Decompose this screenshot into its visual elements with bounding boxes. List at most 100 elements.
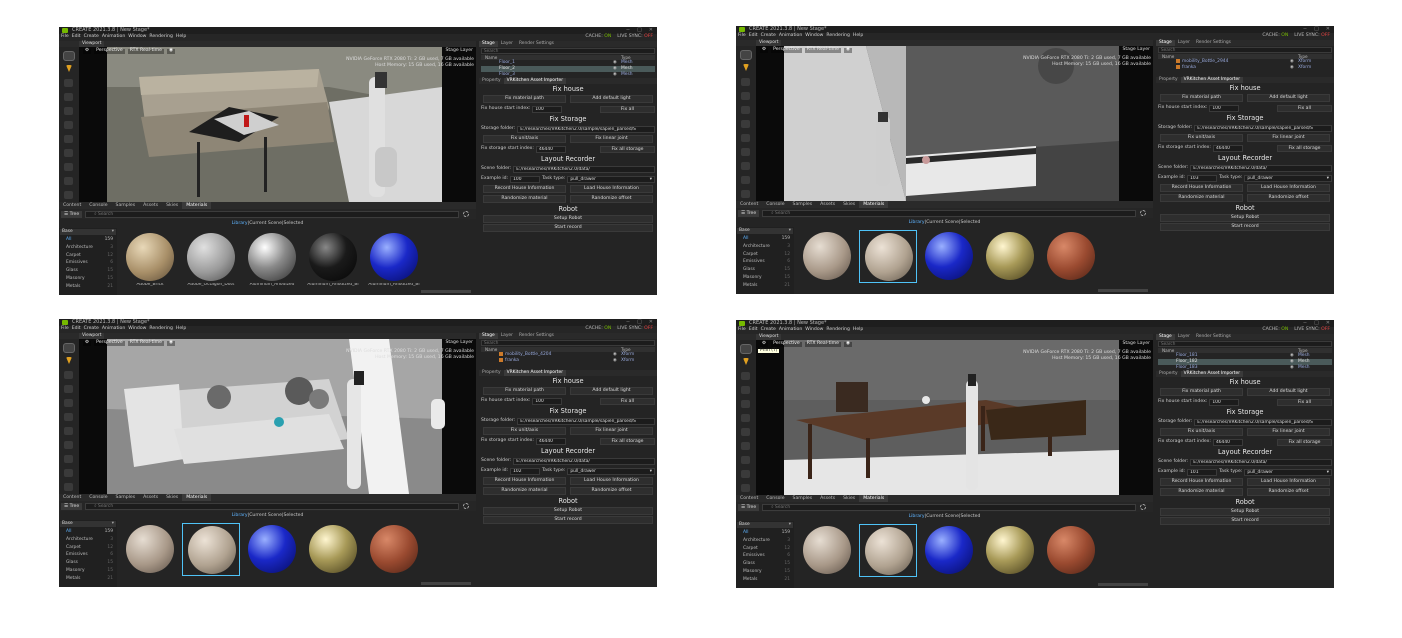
start-record-button[interactable]: Start record (483, 224, 653, 232)
tab-library[interactable]: Library (909, 514, 925, 519)
renderer-dropdown[interactable]: RTX Real-time (804, 341, 841, 347)
category-item[interactable]: Masonry 15 (59, 567, 117, 575)
base-dropdown[interactable]: Base ▾ (60, 521, 116, 527)
randomize-offset-button[interactable]: Randomize offset (570, 195, 653, 203)
tab-materials[interactable]: Materials (859, 201, 889, 208)
menu-item[interactable]: Create (84, 35, 99, 40)
tab-skies[interactable]: Skies (839, 495, 859, 502)
maximize-icon[interactable]: □ (637, 28, 642, 33)
step-icon[interactable] (64, 163, 73, 171)
menu-item[interactable]: Help (853, 328, 863, 333)
record-house-button[interactable]: Record House Information (483, 185, 566, 193)
tree-toggle[interactable]: ☰ Tree (61, 210, 83, 218)
search-input[interactable]: ⌕ Search (85, 502, 460, 510)
eye-icon[interactable]: ◉ (166, 48, 175, 54)
viewport[interactable]: ⚙ Perspective RTX Real-time ◉ Stage Layer NVI… (756, 46, 1153, 201)
tab-current-scene[interactable]: Current Scene (249, 221, 282, 226)
snap-icon[interactable] (741, 414, 750, 422)
search-input[interactable]: ⌕ Search (85, 210, 460, 218)
tab-assets[interactable]: Assets (816, 201, 839, 208)
fix-material-path-button[interactable]: Fix material path (483, 95, 566, 103)
material-thumbnail[interactable] (798, 524, 856, 577)
category-item[interactable]: Metals 21 (59, 283, 117, 291)
tab-property[interactable]: Property (1156, 77, 1181, 83)
play-icon[interactable] (741, 148, 750, 156)
tab-samples[interactable]: Samples (789, 495, 817, 502)
visibility-eye-icon[interactable]: ◉ (1290, 365, 1298, 371)
start-record-button[interactable]: Start record (1160, 517, 1330, 525)
rotate-icon[interactable] (64, 93, 73, 101)
tab-stage[interactable]: Stage (1156, 40, 1175, 46)
rotate-icon[interactable] (741, 92, 750, 100)
randomize-offset-button[interactable]: Randomize offset (1247, 488, 1330, 496)
category-item[interactable]: Emissives 6 (59, 259, 117, 267)
scene-folder-input[interactable]: E:/researches/VRKitchen2.0/data/ (513, 165, 655, 173)
nvidia-logo-icon[interactable] (63, 51, 75, 61)
scale-icon[interactable] (64, 107, 73, 115)
viewport[interactable]: ⚙ Perspective RTX Real-time ◉ Stage Layer NVI… (79, 47, 476, 202)
visibility-eye-icon[interactable]: ◉ (613, 358, 621, 364)
maximize-icon[interactable]: □ (1314, 27, 1319, 32)
storage-start-input[interactable]: 46440 (1212, 438, 1243, 446)
tab-materials[interactable]: Materials (182, 202, 212, 209)
tab-samples[interactable]: Samples (112, 494, 140, 501)
scale-icon[interactable] (741, 400, 750, 408)
fix-all-button[interactable]: Fix all (1277, 398, 1332, 406)
material-thumbnail[interactable] (182, 523, 240, 576)
load-house-button[interactable]: Load House Information (1247, 184, 1330, 192)
scene-folder-input[interactable]: E:/researches/VRKitchen2.0/data/ (513, 457, 655, 465)
live-sync-status[interactable]: LIVE SYNC: OFF (617, 34, 653, 40)
tab-console[interactable]: Console (762, 495, 788, 502)
task-type-dropdown[interactable]: pull_drawer ▾ (1244, 174, 1332, 182)
maximize-icon[interactable]: □ (637, 320, 642, 325)
menu-item[interactable]: Window (805, 328, 823, 333)
stage-search-input[interactable]: Search (481, 48, 655, 54)
record-house-button[interactable]: Record House Information (1160, 184, 1243, 192)
move-icon[interactable] (741, 372, 750, 380)
play-icon[interactable] (64, 441, 73, 449)
category-item[interactable]: Architecture 3 (59, 244, 117, 252)
gear-icon[interactable]: ⚙ (83, 48, 92, 54)
nvidia-logo-icon[interactable] (63, 343, 75, 353)
example-id-input[interactable]: 103 (1187, 174, 1218, 182)
fix-all-button[interactable]: Fix all (600, 397, 655, 405)
visibility-eye-icon[interactable]: ◉ (1290, 65, 1298, 71)
tab-stage[interactable]: Stage (479, 333, 498, 339)
camera-dropdown[interactable]: Perspective (771, 341, 802, 347)
settings-gear-icon[interactable] (1140, 210, 1147, 216)
step-icon[interactable] (64, 455, 73, 463)
fix-all-storage-button[interactable]: Fix all storage (1277, 438, 1332, 446)
menu-item[interactable]: Animation (102, 35, 125, 40)
example-id-input[interactable]: 100 (510, 175, 541, 183)
physics-icon[interactable] (64, 469, 73, 477)
fix-linear-joint-button[interactable]: Fix linear joint (1247, 134, 1330, 142)
material-thumbnail[interactable]: Aluminum_Anodized_Bl (365, 231, 423, 287)
tab-selected[interactable]: Selected (961, 514, 981, 519)
category-item[interactable]: Architecture 3 (736, 537, 794, 545)
fix-linear-joint-button[interactable]: Fix linear joint (570, 135, 653, 143)
task-type-dropdown[interactable]: pull_drawer ▾ (567, 175, 655, 183)
nvidia-logo-icon[interactable] (740, 344, 752, 354)
fix-unit-axis-button[interactable]: Fix unit/axis (1160, 428, 1243, 436)
category-item[interactable]: Carpet 12 (59, 252, 117, 260)
randomize-material-button[interactable]: Randomize material (483, 195, 566, 203)
task-type-dropdown[interactable]: pull_drawer ▾ (567, 467, 655, 475)
menu-item[interactable]: Help (176, 35, 186, 40)
tab-console[interactable]: Console (762, 201, 788, 208)
select-arrow-icon[interactable] (743, 64, 749, 71)
viewport[interactable]: ⚙ Perspective RTX Real-time ◉ Stage Layer NVI… (79, 339, 476, 494)
fix-material-path-button[interactable]: Fix material path (1160, 388, 1243, 396)
search-input[interactable]: ⌕ Search (762, 209, 1137, 217)
material-thumbnail[interactable] (365, 523, 423, 576)
fix-all-button[interactable]: Fix all (600, 105, 655, 113)
horizontal-scrollbar[interactable] (1098, 289, 1148, 292)
tab-current-scene[interactable]: Current Scene (926, 220, 959, 225)
storage-folder-input[interactable]: E:/researches/VRKitchen2.0/sample/sapien… (1194, 124, 1332, 132)
category-item[interactable]: Architecture 3 (736, 243, 794, 251)
tab-materials[interactable]: Materials (859, 495, 889, 502)
storage-start-input[interactable]: 46440 (535, 437, 566, 445)
scene-folder-input[interactable]: E:/researches/VRKitchen2.0/data/ (1190, 458, 1332, 466)
category-item[interactable]: Emissives 6 (736, 552, 794, 560)
example-id-input[interactable]: 102 (510, 467, 541, 475)
category-item[interactable]: All 159 (59, 236, 117, 244)
